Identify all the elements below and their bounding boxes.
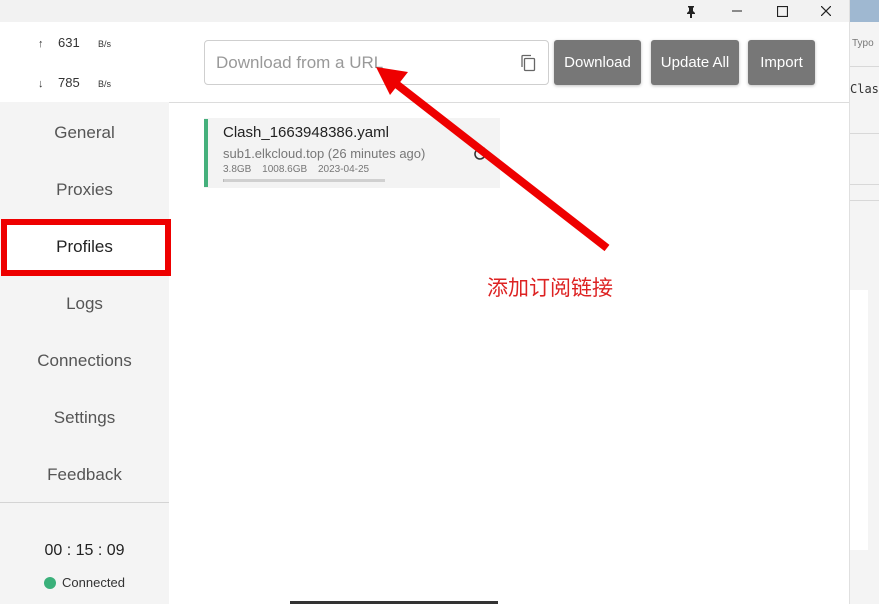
sidebar-item-proxies[interactable]: Proxies bbox=[0, 161, 169, 218]
sidebar-item-profiles[interactable]: Profiles bbox=[0, 218, 169, 275]
minimize-icon[interactable] bbox=[714, 0, 760, 22]
background-tab-text: Typo bbox=[852, 38, 874, 49]
download-value: 785 bbox=[58, 75, 80, 90]
sidebar-item-connections[interactable]: Connections bbox=[0, 332, 169, 389]
background-pane bbox=[850, 290, 868, 550]
refresh-icon[interactable] bbox=[472, 146, 488, 162]
profile-total: 1008.6GB bbox=[262, 164, 308, 175]
update-all-button[interactable]: Update All bbox=[651, 40, 739, 85]
download-unit: B/s bbox=[98, 79, 112, 89]
download-speed: ↓ 785 B/s bbox=[38, 75, 111, 90]
background-window: Typo Clasl bbox=[849, 0, 879, 604]
status-dot-icon bbox=[44, 576, 57, 589]
import-button[interactable]: Import bbox=[748, 40, 815, 85]
divider bbox=[850, 133, 879, 134]
profile-usage-bar bbox=[223, 179, 385, 182]
profiles-header: Download from a URL Download Update All … bbox=[169, 22, 849, 103]
maximize-icon[interactable] bbox=[759, 0, 805, 22]
uptime-timer: 00 : 15 : 09 bbox=[44, 542, 125, 559]
connection-status: Connected bbox=[0, 575, 169, 590]
url-placeholder: Download from a URL bbox=[216, 53, 384, 72]
sidebar-item-general[interactable]: General bbox=[0, 104, 169, 161]
sidebar: ↑ 631 B/s ↓ 785 B/s General Proxies Prof… bbox=[0, 22, 171, 604]
title-bar bbox=[0, 0, 849, 22]
download-button[interactable]: Download bbox=[554, 40, 641, 85]
upload-arrow-icon: ↑ bbox=[38, 38, 44, 50]
upload-value: 631 bbox=[58, 35, 80, 50]
upload-unit: B/s bbox=[98, 39, 112, 49]
profile-expires: 2023-04-25 bbox=[317, 164, 370, 175]
pin-icon[interactable] bbox=[668, 0, 714, 22]
url-input[interactable]: Download from a URL bbox=[204, 40, 549, 85]
background-code-text: Clasl bbox=[850, 82, 879, 96]
sidebar-item-logs[interactable]: Logs bbox=[0, 275, 169, 332]
background-titlebar bbox=[850, 0, 879, 22]
sidebar-item-feedback[interactable]: Feedback bbox=[0, 446, 169, 503]
profile-active-indicator bbox=[204, 119, 208, 187]
download-arrow-icon: ↓ bbox=[38, 78, 44, 90]
upload-speed: ↑ 631 B/s bbox=[38, 35, 111, 50]
profile-card[interactable]: Clash_1663948386.yaml sub1.elkcloud.top … bbox=[204, 118, 500, 188]
profile-name: Clash_1663948386.yaml bbox=[223, 124, 389, 141]
paste-icon[interactable] bbox=[520, 54, 536, 72]
profile-usage-fill bbox=[223, 179, 224, 182]
divider bbox=[850, 200, 879, 201]
close-icon[interactable] bbox=[803, 0, 849, 22]
sidebar-item-settings[interactable]: Settings bbox=[0, 389, 169, 446]
divider bbox=[850, 66, 879, 67]
divider bbox=[850, 184, 879, 185]
sidebar-divider bbox=[0, 502, 169, 503]
profile-source: sub1.elkcloud.top (26 minutes ago) bbox=[223, 146, 426, 161]
traffic-monitor: ↑ 631 B/s ↓ 785 B/s bbox=[0, 22, 169, 102]
status-label: Connected bbox=[62, 575, 125, 590]
profile-used: 3.8GB bbox=[223, 164, 252, 175]
profile-stats: 3.8GB 1008.6GB 2023-04-25 bbox=[223, 164, 377, 175]
annotation-label: 添加订阅链接 bbox=[487, 276, 613, 300]
